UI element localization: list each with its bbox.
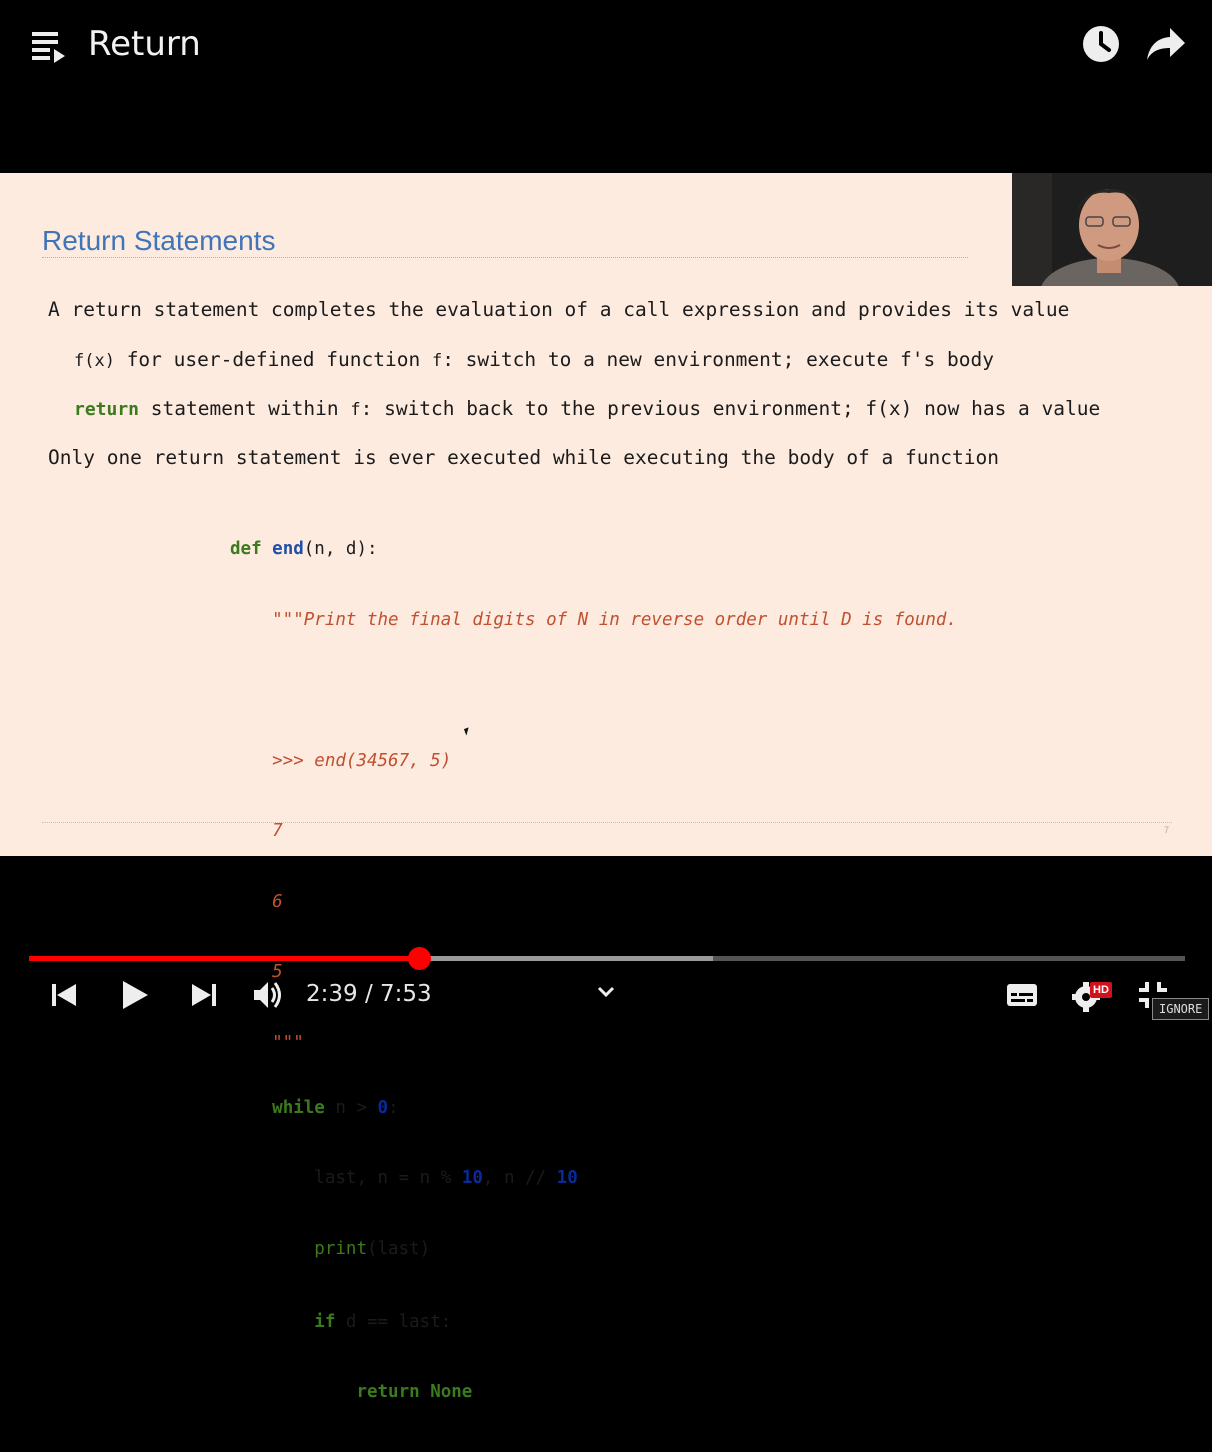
code-line: return None <box>230 1381 957 1405</box>
footer-divider <box>42 822 1172 823</box>
hd-badge: HD <box>1090 982 1112 998</box>
slide-page-number: 7 <box>1164 825 1170 835</box>
bullet-only-one-return: Only one return statement is ever execut… <box>48 446 999 469</box>
keyword-if: if <box>314 1311 336 1332</box>
docstring-line: 6 <box>230 891 283 912</box>
number: 0 <box>377 1097 389 1118</box>
code-text: n > <box>324 1097 378 1118</box>
share-icon[interactable] <box>1146 26 1186 62</box>
code-line: def end(n, d): <box>230 538 957 562</box>
video-title[interactable]: Return <box>88 24 201 64</box>
next-icon[interactable] <box>190 976 218 1014</box>
code-fx: f(x) <box>74 351 115 371</box>
bullet-text: for user-defined function <box>114 348 432 371</box>
code-line: print(last) <box>230 1238 957 1264</box>
chevron-down-icon[interactable] <box>596 982 616 1002</box>
previous-icon[interactable] <box>50 976 78 1014</box>
progress-bar[interactable] <box>29 947 1185 970</box>
keyword-while: while <box>272 1097 325 1118</box>
number: 10 <box>461 1168 483 1188</box>
docstring-line: >>> end(34567, 5) <box>230 750 452 771</box>
keyword-def: def <box>230 539 262 559</box>
code-text: d == last: <box>335 1311 452 1332</box>
builtin-print: print <box>314 1238 367 1259</box>
duration: 7:53 <box>380 981 432 1007</box>
code-text: : <box>388 1097 399 1118</box>
function-name: end <box>272 539 304 559</box>
bullet-text: : switch back to the previous environmen… <box>360 397 1101 420</box>
presenter-webcam <box>1012 173 1212 286</box>
progress-scrubber[interactable] <box>407 947 431 970</box>
code-block: def end(n, d): """Print the final digits… <box>230 491 957 1452</box>
bullet-text: statement within <box>139 397 351 420</box>
code-text: (last) <box>366 1238 431 1259</box>
title-divider <box>42 257 968 258</box>
subtitles-icon[interactable] <box>1006 976 1038 1014</box>
code-text: (n, d): <box>303 539 378 559</box>
play-icon[interactable] <box>120 976 150 1014</box>
watch-later-icon[interactable] <box>1082 25 1120 63</box>
time-separator: / <box>357 981 381 1007</box>
code-line: if d == last: <box>230 1311 957 1335</box>
bullet-return-within-f: return statement within f: switch back t… <box>74 397 1100 420</box>
time-display: 2:39 / 7:53 <box>306 981 432 1007</box>
presenter-image <box>1012 173 1212 286</box>
docstring-line: 7 <box>230 821 283 841</box>
progress-played <box>29 956 419 961</box>
code-text: last, n = n % <box>314 1168 462 1188</box>
bullet-return-statement: A return statement completes the evaluat… <box>48 298 1070 321</box>
volume-icon[interactable] <box>252 976 282 1014</box>
top-bar: Return <box>0 0 1212 90</box>
number: 10 <box>556 1168 578 1188</box>
lecture-slide: Return Statements A return statement com… <box>0 173 1212 1402</box>
code-text: , n // <box>482 1168 557 1188</box>
ignore-button[interactable]: IGNORE <box>1152 998 1210 1020</box>
docstring-line: """Print the final digits of N in revers… <box>230 609 957 630</box>
code-f: f <box>350 400 361 420</box>
keyword-return-none: return None <box>356 1382 473 1402</box>
docstring-line: """ <box>230 1032 304 1053</box>
keyword-return: return <box>74 399 140 420</box>
code-line: while n > 0: <box>230 1097 957 1121</box>
slide-title: Return Statements <box>42 225 276 256</box>
current-time: 2:39 <box>306 981 358 1007</box>
bullet-call-user-function: f(x) for user-defined function f: switch… <box>74 348 994 371</box>
code-line: last, n = n % 10, n // 10 <box>230 1167 957 1191</box>
code-f: f <box>431 351 443 371</box>
bullet-text: : switch to a new environment; execute f… <box>442 348 994 371</box>
playlist-icon[interactable] <box>32 30 66 64</box>
